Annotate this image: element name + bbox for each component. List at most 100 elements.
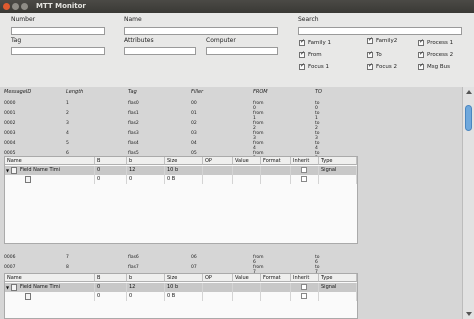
message-cell: 8: [66, 265, 69, 270]
window-title: MTT Monitor: [36, 2, 86, 10]
field-name-cell: Field Name Timi ▼: [5, 283, 95, 292]
field-row[interactable]: 000 B: [5, 175, 357, 184]
field-col-header-b-upper[interactable]: B: [95, 157, 127, 165]
process1-label: Process 1: [427, 40, 454, 46]
col-header-length: Length: [66, 89, 84, 95]
process1-checkbox[interactable]: Process 1: [418, 38, 454, 46]
field-name-text: Field Name Timi: [20, 167, 61, 173]
message-cell: to 4: [315, 141, 320, 151]
message-cell: flas1: [128, 111, 139, 116]
number-field[interactable]: [11, 27, 105, 35]
field-col-header-b-lower[interactable]: b: [127, 274, 165, 282]
file-icon: [11, 167, 17, 174]
field-cell-format: [261, 292, 291, 301]
tag-field[interactable]: [11, 47, 105, 55]
col-header-to: TO: [315, 89, 322, 95]
message-cell: 0006: [4, 255, 16, 260]
message-cell: 06: [191, 255, 197, 260]
field-row[interactable]: 000 B: [5, 292, 357, 301]
close-window-button[interactable]: [3, 3, 10, 10]
message-cell: to 2: [315, 121, 320, 131]
family2-checkbox[interactable]: Family2: [367, 36, 397, 44]
field-col-header-b-lower[interactable]: b: [127, 157, 165, 165]
inherit-checkbox[interactable]: [301, 176, 307, 182]
minimize-window-button[interactable]: [12, 3, 19, 10]
field-col-header-value[interactable]: Value: [233, 157, 261, 165]
message-cell: 07: [191, 265, 197, 270]
field-col-header-name[interactable]: Name: [5, 157, 95, 165]
field-col-header-inherit[interactable]: Inherit: [291, 157, 319, 165]
to-checkbox[interactable]: To: [367, 50, 382, 58]
field-cell-b-upper: 0: [95, 166, 127, 175]
field-row[interactable]: Field Name Timi ▼ 0 12 10 b Signal: [5, 283, 357, 292]
message-cell: from 3: [253, 131, 264, 141]
field-cell-b-upper: 0: [95, 283, 127, 292]
focus1-label: Focus 1: [308, 64, 329, 70]
attributes-label: Attributes: [124, 37, 154, 44]
focus2-checkbox[interactable]: Focus 2: [367, 62, 397, 70]
expand-icon[interactable]: ▼: [6, 283, 9, 292]
field-cell-type: [319, 292, 357, 301]
expand-icon[interactable]: ▼: [6, 166, 9, 175]
message-cell: to 6: [315, 255, 320, 265]
field-cell-size: 0 B: [165, 175, 203, 184]
field-cell-op: [203, 175, 233, 184]
field-col-header-b-upper[interactable]: B: [95, 274, 127, 282]
field-col-header-name[interactable]: Name: [5, 274, 95, 282]
field-col-header-type[interactable]: Type: [319, 157, 357, 165]
field-name-cell: Field Name Timi ▼: [5, 166, 95, 175]
inherit-checkbox[interactable]: [301, 293, 307, 299]
search-label: Search: [298, 16, 319, 23]
family1-checkbox[interactable]: Family 1: [299, 38, 331, 46]
focus1-checkbox[interactable]: Focus 1: [299, 62, 329, 70]
field-cell-b-lower: 12: [127, 166, 165, 175]
check-icon: [367, 36, 373, 44]
inherit-checkbox[interactable]: [301, 167, 307, 173]
message-cell: 01: [191, 111, 197, 116]
msgbus-label: Msg Bus: [427, 64, 450, 70]
field-cell-b-upper: 0: [95, 292, 127, 301]
field-col-header-type[interactable]: Type: [319, 274, 357, 282]
field-col-header-format[interactable]: Format: [261, 274, 291, 282]
inherit-checkbox[interactable]: [301, 284, 307, 290]
scroll-down-icon[interactable]: [466, 312, 472, 316]
field-cell-b-upper: 0: [95, 175, 127, 184]
scroll-thumb[interactable]: [465, 105, 472, 131]
message-cell: from 1: [253, 111, 264, 121]
field-col-header-size[interactable]: Size: [165, 157, 203, 165]
from-checkbox[interactable]: From: [299, 50, 322, 58]
field-col-header-op[interactable]: OP: [203, 274, 233, 282]
message-cell: 0007: [4, 265, 16, 270]
search-field[interactable]: [298, 27, 462, 35]
attributes-field[interactable]: [124, 47, 196, 55]
tag-label: Tag: [11, 37, 22, 44]
vertical-scrollbar[interactable]: [462, 87, 474, 319]
computer-field[interactable]: [206, 47, 278, 55]
message-cell: flas2: [128, 121, 139, 126]
name-field[interactable]: [124, 27, 278, 35]
focus2-label: Focus 2: [376, 64, 397, 70]
col-header-from: FROM: [253, 89, 268, 95]
field-col-header-op[interactable]: OP: [203, 157, 233, 165]
to-label: To: [376, 52, 382, 58]
field-col-header-size[interactable]: Size: [165, 274, 203, 282]
field-name-cell: [5, 175, 95, 184]
field-cell-format: [261, 283, 291, 292]
msgbus-checkbox[interactable]: Msg Bus: [418, 62, 450, 70]
field-cell-value: [233, 292, 261, 301]
message-cell: from 0: [253, 101, 264, 111]
field-cell-size: 0 B: [165, 292, 203, 301]
field-col-header-inherit[interactable]: Inherit: [291, 274, 319, 282]
message-list: MessageID Length Tag Filler FROM TO 0000…: [0, 87, 462, 319]
process2-checkbox[interactable]: Process 2: [418, 50, 453, 58]
message-cell: flas3: [128, 131, 139, 136]
field-cell-value: [233, 283, 261, 292]
field-col-header-format[interactable]: Format: [261, 157, 291, 165]
field-row[interactable]: Field Name Timi ▼ 0 12 10 b Signal: [5, 166, 357, 175]
scroll-up-icon[interactable]: [466, 90, 472, 94]
field-col-header-value[interactable]: Value: [233, 274, 261, 282]
maximize-window-button[interactable]: [21, 3, 28, 10]
message-cell: 0004: [4, 141, 16, 146]
message-cell: 04: [191, 141, 197, 146]
field-cell-b-lower: 12: [127, 283, 165, 292]
